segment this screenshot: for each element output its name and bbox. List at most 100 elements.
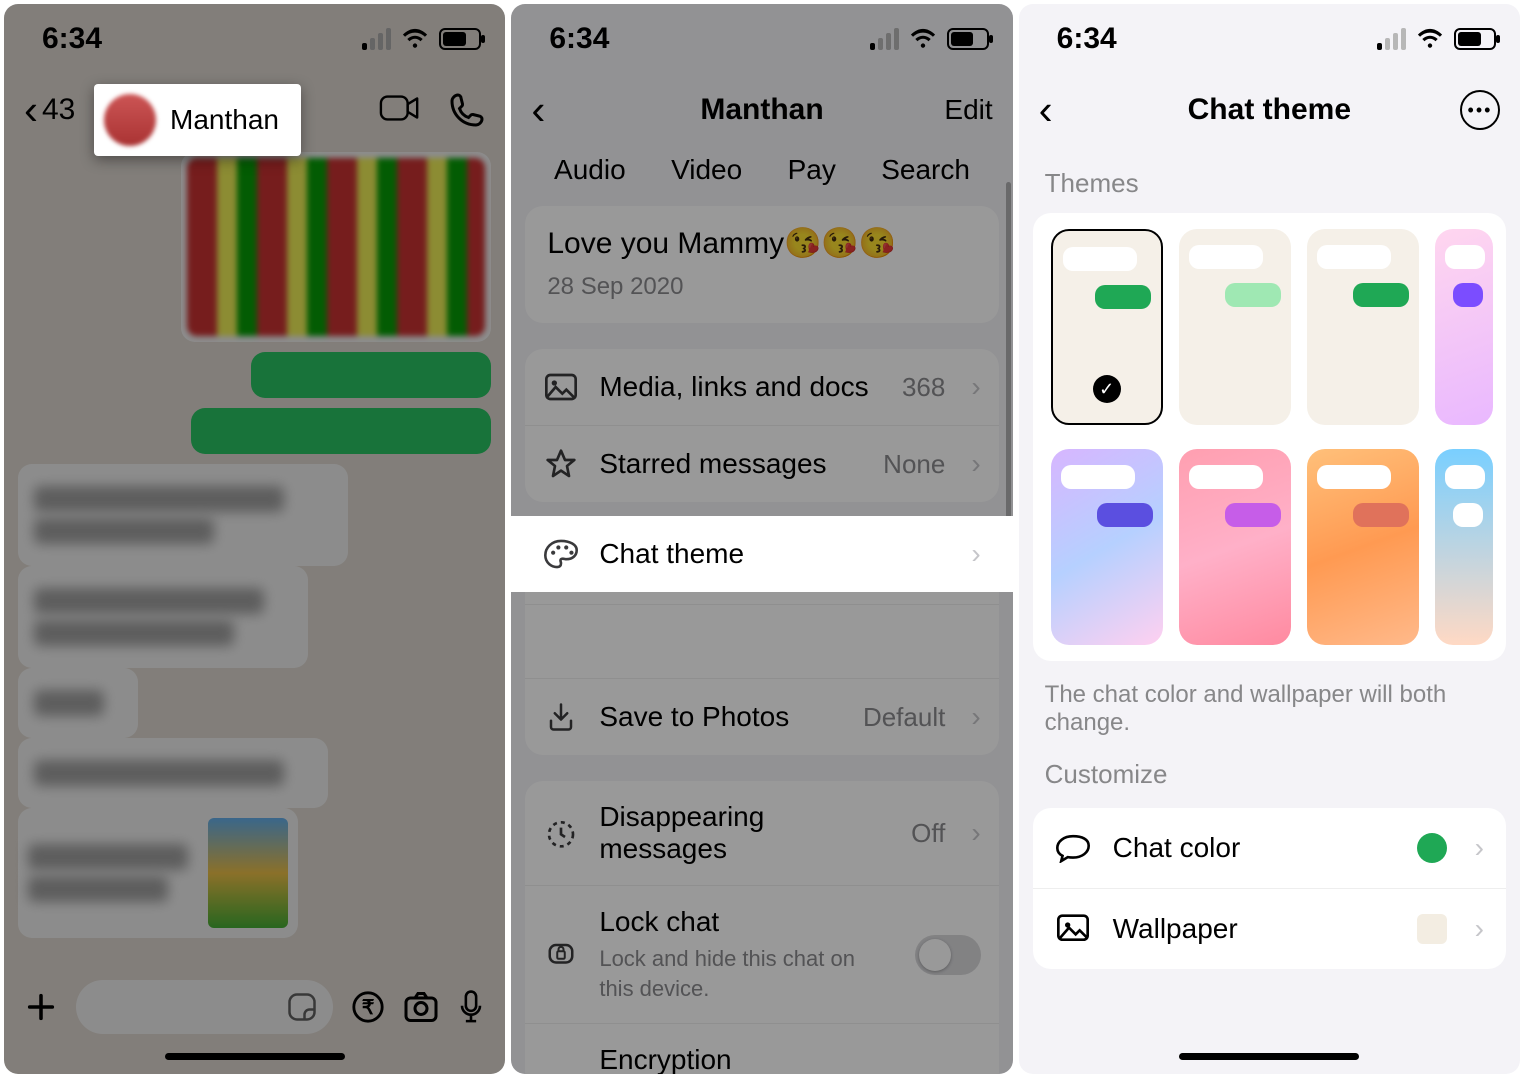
voice-call-icon[interactable]	[449, 92, 485, 128]
outgoing-image-message[interactable]	[181, 152, 491, 342]
row-label: Lock chat	[599, 906, 894, 938]
encryption-row[interactable]: Encryption Messages and calls are end-to…	[525, 1024, 998, 1074]
row-sublabel: Lock and hide this chat on this device.	[599, 944, 894, 1003]
theme-option[interactable]	[1307, 229, 1419, 425]
chevron-right-icon: ›	[1475, 913, 1484, 945]
tab-video[interactable]: Video	[671, 154, 742, 186]
theme-option[interactable]	[1179, 229, 1291, 425]
wallpaper-swatch	[1417, 914, 1447, 944]
messages-area[interactable]	[4, 146, 505, 1058]
tab-audio[interactable]: Audio	[554, 154, 626, 186]
svg-text:₹: ₹	[362, 997, 375, 1019]
cellular-icon	[362, 28, 391, 50]
row-value: None	[883, 449, 945, 480]
theme-option[interactable]	[1435, 229, 1493, 425]
status-card: Love you Mammy😘😘😘 28 Sep 2020	[525, 206, 998, 323]
cellular-icon	[1377, 28, 1406, 50]
home-indicator[interactable]	[165, 1053, 345, 1060]
row-label: Disappearing messages	[599, 801, 891, 865]
theme-option[interactable]	[1307, 449, 1419, 645]
download-icon	[543, 699, 579, 735]
message-input[interactable]	[76, 980, 333, 1034]
screen-chat: 6:34 ‹ 43	[4, 4, 505, 1074]
wallpaper-icon	[1055, 911, 1091, 947]
back-count[interactable]: 43	[42, 93, 75, 127]
screen-chat-theme: 6:34 ‹ Chat theme ••• Themes ✓	[1019, 4, 1520, 1074]
row-value: Off	[911, 818, 945, 849]
row-label: Save to Photos	[599, 701, 789, 733]
tab-search[interactable]: Search	[881, 154, 970, 186]
lock-chat-row[interactable]: Lock chat Lock and hide this chat on thi…	[525, 886, 998, 1024]
save-to-photos-row[interactable]: Save to Photos Default ›	[525, 679, 998, 755]
timer-icon	[543, 815, 579, 851]
star-icon	[543, 446, 579, 482]
incoming-message[interactable]	[18, 668, 138, 738]
cellular-icon	[870, 28, 899, 50]
wifi-icon	[1416, 28, 1444, 50]
themes-row-1: ✓	[1033, 213, 1506, 441]
mic-icon[interactable]	[457, 989, 485, 1025]
themes-hint: The chat color and wallpaper will both c…	[1019, 661, 1520, 745]
palette-icon	[543, 536, 579, 572]
chevron-right-icon: ›	[971, 817, 980, 849]
lock-chat-toggle[interactable]	[915, 935, 981, 975]
chat-theme-row[interactable]: Chat theme ›	[511, 516, 1012, 592]
disappearing-messages-row[interactable]: Disappearing messages Off ›	[525, 781, 998, 886]
incoming-message[interactable]	[18, 464, 348, 566]
page-title: Manthan	[511, 93, 1012, 127]
chat-lock-icon	[543, 937, 579, 973]
starred-messages-row[interactable]: Starred messages None ›	[525, 426, 998, 502]
incoming-message[interactable]	[18, 566, 308, 668]
wifi-icon	[401, 28, 429, 50]
wifi-icon	[909, 28, 937, 50]
sticker-icon[interactable]	[287, 992, 317, 1022]
action-tabs: Audio Video Pay Search	[511, 146, 1012, 206]
chat-color-row[interactable]: Chat color ›	[1033, 808, 1506, 889]
theme-option[interactable]	[1435, 449, 1493, 645]
screen-contact-info: 6:34 ‹ Manthan Edit Audio Video Pay	[511, 4, 1012, 1074]
time: 6:34	[42, 22, 102, 56]
incoming-media-message[interactable]	[18, 808, 298, 938]
chat-bubble-icon	[1055, 830, 1091, 866]
theme-option[interactable]	[1179, 449, 1291, 645]
image-icon	[543, 369, 579, 405]
chat-color-swatch	[1417, 833, 1447, 863]
time: 6:34	[1057, 22, 1117, 56]
row-label: Media, links and docs	[599, 371, 868, 403]
theme-option[interactable]	[1051, 449, 1163, 645]
row-label: Encryption	[599, 1044, 945, 1074]
wallpaper-row[interactable]: Wallpaper ›	[1033, 889, 1506, 969]
media-links-docs-row[interactable]: Media, links and docs 368 ›	[525, 349, 998, 426]
battery-icon	[947, 28, 989, 50]
chevron-right-icon: ›	[971, 371, 980, 403]
status-date: 28 Sep 2020	[525, 269, 998, 323]
chat-theme-row-placeholder	[525, 605, 998, 679]
outgoing-message[interactable]	[251, 352, 491, 398]
contact-nameplate[interactable]: Manthan	[94, 84, 301, 156]
row-label: Starred messages	[599, 448, 826, 480]
chevron-right-icon: ›	[971, 701, 980, 733]
battery-icon	[1454, 28, 1496, 50]
video-call-icon[interactable]	[379, 92, 421, 124]
back-icon[interactable]: ‹	[24, 86, 38, 134]
themes-label: Themes	[1019, 146, 1520, 213]
theme-option[interactable]: ✓	[1051, 229, 1163, 425]
home-indicator[interactable]	[1179, 1053, 1359, 1060]
tab-pay[interactable]: Pay	[788, 154, 836, 186]
chevron-right-icon: ›	[1475, 832, 1484, 864]
outgoing-message[interactable]	[191, 408, 491, 454]
attach-icon[interactable]	[24, 990, 58, 1024]
check-icon: ✓	[1093, 375, 1121, 403]
row-label: Wallpaper	[1113, 913, 1238, 945]
status-bar: 6:34	[1019, 4, 1520, 74]
composer: ₹	[4, 980, 505, 1034]
status-bar: 6:34	[511, 4, 1012, 74]
chevron-right-icon: ›	[971, 448, 980, 480]
avatar	[104, 94, 156, 146]
rupee-icon[interactable]: ₹	[351, 990, 385, 1024]
incoming-message[interactable]	[18, 738, 328, 808]
battery-icon	[439, 28, 481, 50]
camera-icon[interactable]	[403, 990, 439, 1024]
row-value: Default	[863, 702, 945, 733]
contact-name: Manthan	[170, 104, 279, 136]
